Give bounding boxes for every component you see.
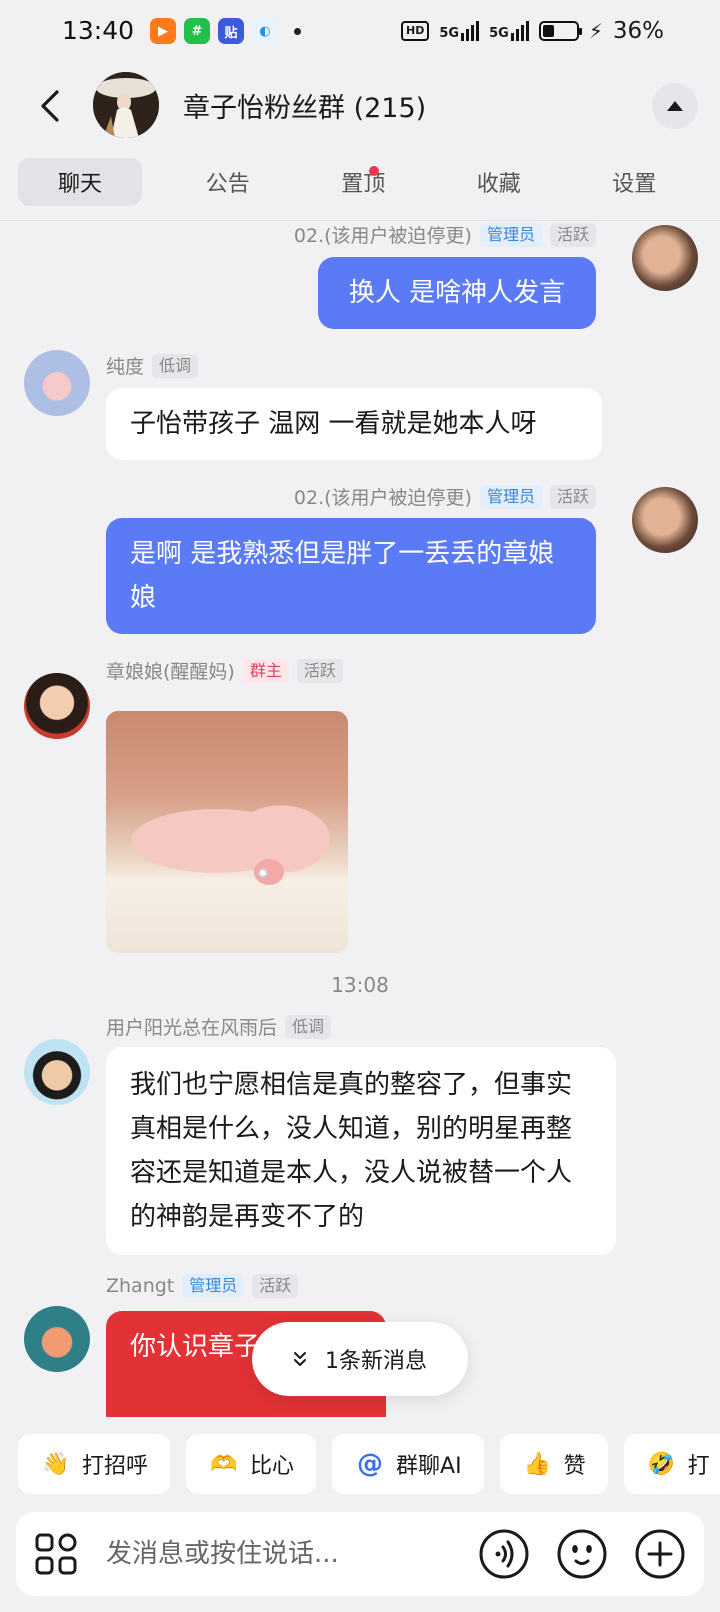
heart-hands-button[interactable]: 🫶 比心 [186, 1434, 317, 1494]
smiley-icon [557, 1529, 607, 1579]
back-button[interactable] [30, 84, 70, 128]
chat-messages[interactable]: 02.(该用户被迫停更) 管理员 活跃 换人 是啥神人发言 纯度 低调 子怡带孩… [0, 221, 720, 1417]
active-badge: 活跃 [549, 222, 596, 247]
admin-badge: 管理员 [182, 1274, 245, 1298]
admin-badge: 管理员 [479, 222, 542, 247]
owner-badge: 群主 [242, 658, 289, 683]
laugh-button[interactable]: 🤣 打 [623, 1434, 720, 1494]
active-badge: 活跃 [296, 658, 343, 683]
thumbs-up-icon: 👍 [523, 1451, 552, 1477]
tab-chat[interactable]: 聊天 [18, 158, 142, 206]
signal-2-icon: 5G [489, 21, 529, 41]
sender-name: 章娘娘(醒醒妈) [106, 661, 235, 683]
message-input-bar [16, 1512, 704, 1596]
more-notifications-dot [294, 27, 301, 35]
sender-name: 02.(该用户被迫停更) [293, 487, 472, 509]
low-profile-badge: 低调 [285, 1014, 332, 1039]
status-app-icons: ▶ # 贴 ◐ [150, 18, 301, 44]
tab-pinned[interactable]: 置顶 [296, 158, 432, 206]
my-avatar[interactable] [632, 225, 698, 291]
unread-dot [368, 166, 379, 176]
chat-header: 章子怡粉丝群 (215) [0, 64, 720, 148]
emoji-button[interactable] [556, 1528, 608, 1580]
active-badge: 活跃 [252, 1274, 299, 1298]
user-avatar[interactable] [24, 1039, 90, 1105]
plus-circle-icon [635, 1529, 685, 1579]
browser-app-icon: ◐ [252, 18, 278, 44]
video-app-icon: ▶ [150, 18, 176, 44]
user-avatar[interactable] [24, 673, 90, 739]
like-button[interactable]: 👍 赞 [499, 1434, 608, 1494]
message-sender-row: 02.(该用户被迫停更) 管理员 活跃 [294, 483, 596, 510]
tab-settings[interactable]: 设置 [567, 158, 703, 206]
live-photo-icon [258, 868, 268, 878]
heart-hands-icon: 🫶 [210, 1451, 238, 1477]
group-title: 章子怡粉丝群 (215) [183, 93, 427, 124]
message-sender-row: Zhangt 管理员 活跃 [106, 1274, 299, 1298]
tieba-app-icon: 贴 [218, 18, 244, 44]
status-bar: 13:40 ▶ # 贴 ◐ HD 5G 5G ⚡ 36% [0, 0, 720, 64]
battery-icon [538, 21, 582, 41]
add-button[interactable] [634, 1528, 686, 1580]
green-app-icon: # [184, 18, 210, 44]
message-sender-row: 02.(该用户被迫停更) 管理员 活跃 [294, 221, 596, 248]
at-icon: @ [357, 1449, 384, 1479]
apps-button[interactable] [34, 1532, 78, 1576]
group-avatar[interactable] [93, 72, 159, 138]
chat-tabs: 聊天 公告 置顶 收藏 设置 [18, 158, 702, 206]
message-sender-row: 纯度 低调 [106, 352, 199, 379]
group-ai-button[interactable]: @ 群聊AI [332, 1434, 484, 1494]
group-avatar-image [93, 72, 159, 138]
sender-name: 02.(该用户被迫停更) [293, 225, 472, 247]
greet-button[interactable]: 👋 打招呼 [18, 1434, 171, 1494]
wave-emoji-icon: 👋 [42, 1451, 70, 1477]
battery-percent: 36% [612, 18, 664, 44]
message-bubble[interactable]: 我们也宁愿相信是真的整容了，但事实真相是什么，没人知道，别的明星再整容还是知道是… [106, 1047, 616, 1255]
time-divider: 13:08 [331, 973, 389, 997]
new-message-label: 1条新消息 [325, 1349, 427, 1374]
message-sender-row: 用户阳光总在风雨后 低调 [106, 1013, 332, 1040]
my-avatar[interactable] [632, 487, 698, 553]
sender-name: 用户阳光总在风雨后 [106, 1017, 278, 1039]
laugh-emoji-icon: 🤣 [647, 1451, 676, 1477]
hd-voice-icon: HD [401, 21, 430, 41]
status-time: 13:40 [62, 16, 135, 45]
status-indicators: HD 5G 5G ⚡ 36% [401, 18, 664, 44]
new-message-button[interactable]: 1条新消息 [252, 1322, 468, 1396]
message-bubble[interactable]: 换人 是啥神人发言 [318, 257, 596, 329]
signal-1-icon: 5G [439, 21, 480, 41]
voice-icon [479, 1529, 529, 1579]
collapse-button[interactable] [652, 83, 698, 129]
user-avatar[interactable] [24, 350, 90, 416]
image-message[interactable] [106, 711, 348, 953]
apps-grid-icon [35, 1533, 77, 1575]
sender-name: Zhangt [106, 1275, 175, 1297]
double-chevron-down-icon [294, 1352, 306, 1366]
message-bubble[interactable]: 是啊 是我熟悉但是胖了一丢丢的章娘娘 [106, 518, 596, 634]
chevron-left-icon [41, 90, 59, 122]
message-input[interactable] [106, 1512, 466, 1596]
voice-button[interactable] [478, 1528, 530, 1580]
sender-name: 纯度 [106, 356, 145, 378]
battery-level [542, 25, 555, 37]
triangle-up-icon [667, 101, 683, 111]
message-sender-row: 章娘娘(醒醒妈) 群主 活跃 [106, 657, 343, 684]
charging-icon: ⚡ [588, 19, 603, 43]
user-avatar[interactable] [24, 1306, 90, 1372]
tab-favorites[interactable]: 收藏 [431, 158, 567, 206]
low-profile-badge: 低调 [152, 353, 199, 378]
quick-actions-bar: 👋 打招呼 🫶 比心 @ 群聊AI 👍 赞 🤣 打 [0, 1434, 720, 1494]
message-bubble[interactable]: 子怡带孩子 温网 一看就是她本人呀 [106, 388, 602, 460]
active-badge: 活跃 [549, 484, 596, 509]
admin-badge: 管理员 [479, 484, 542, 509]
tab-announcement[interactable]: 公告 [160, 158, 296, 206]
